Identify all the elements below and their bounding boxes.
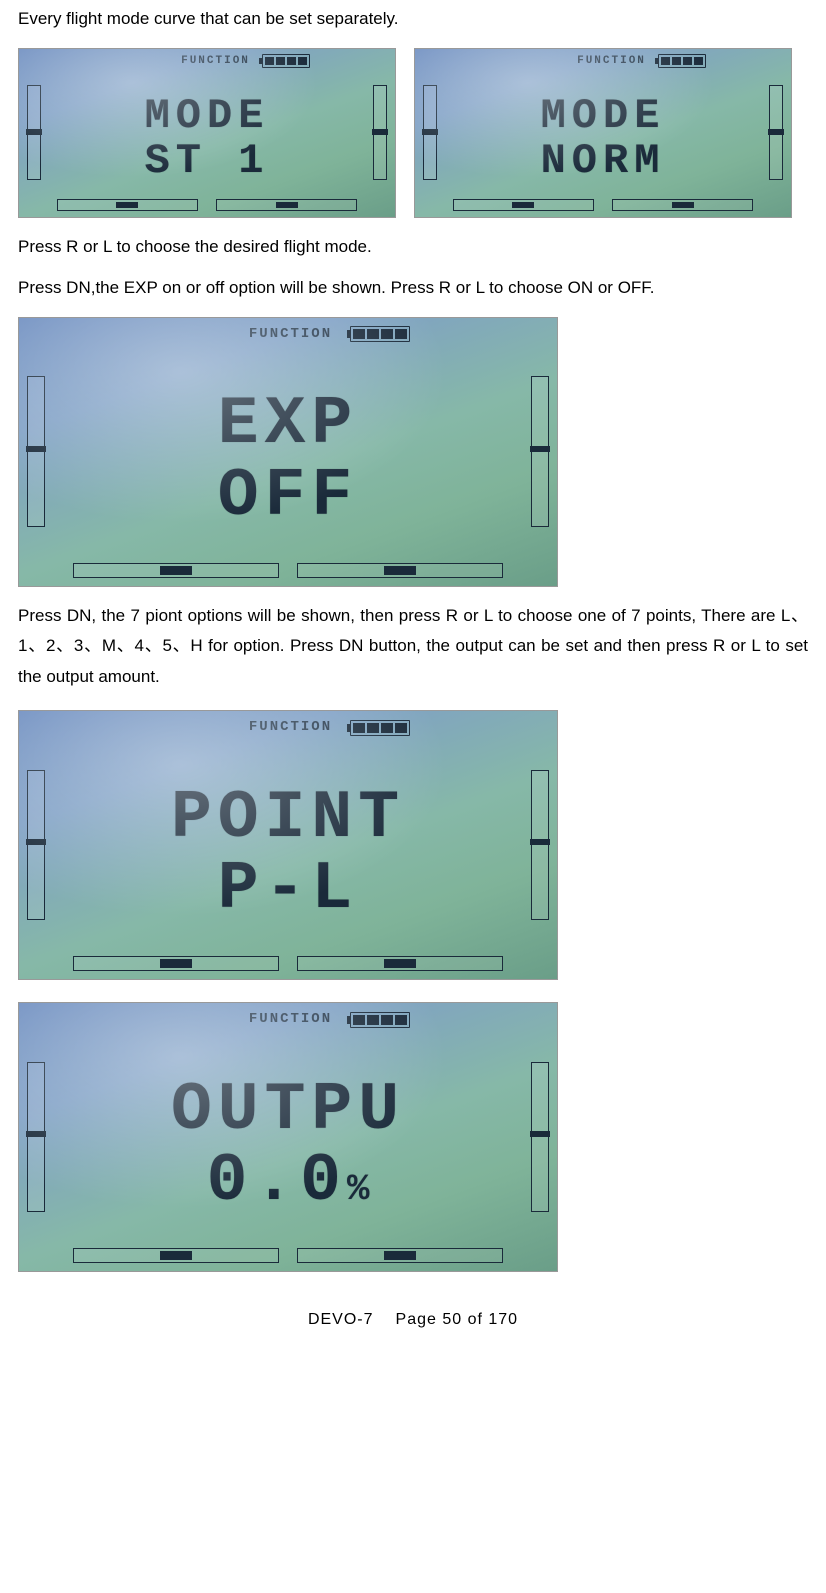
- lcd-line1: MODE: [541, 94, 666, 138]
- battery-icon: [350, 1012, 410, 1028]
- footer-model: DEVO-7: [308, 1311, 374, 1328]
- right-trim-bar: [531, 770, 549, 920]
- right-trim-bar: [373, 85, 387, 179]
- right-trim-bar: [769, 85, 783, 179]
- lcd-line2: OFF: [218, 461, 358, 532]
- bottom-trim-left: [453, 199, 594, 211]
- battery-icon: [350, 326, 410, 342]
- left-trim-bar: [27, 1062, 45, 1212]
- bottom-trim-left: [73, 563, 279, 578]
- lcd-screenshot-mode-st1: FUNCTION MODE ST 1: [18, 48, 396, 218]
- function-label: FUNCTION: [181, 53, 250, 70]
- battery-icon: [658, 54, 706, 68]
- lcd-line2: ST 1: [145, 139, 270, 183]
- battery-icon: [262, 54, 310, 68]
- bottom-trim-left: [73, 1248, 279, 1263]
- lcd-screenshot-outpu: FUNCTION OUTPU 0.0%: [18, 1002, 558, 1272]
- paragraph-2: Press R or L to choose the desired fligh…: [18, 234, 808, 260]
- bottom-trim-right: [297, 563, 503, 578]
- left-trim-bar: [27, 770, 45, 920]
- lcd-line1: EXP: [218, 389, 358, 460]
- battery-icon: [350, 720, 410, 736]
- lcd-line2: 0.0%: [207, 1146, 370, 1217]
- lcd-line1: POINT: [171, 783, 405, 854]
- left-trim-bar: [27, 376, 45, 526]
- right-trim-bar: [531, 376, 549, 526]
- paragraph-1: Every flight mode curve that can be set …: [18, 6, 808, 32]
- lcd-screenshot-point-pl: FUNCTION POINT P-L: [18, 710, 558, 980]
- page-footer: DEVO-7 Page 50 of 170: [18, 1308, 808, 1332]
- paragraph-4: Press DN, the 7 piont options will be sh…: [18, 601, 808, 693]
- function-label: FUNCTION: [249, 324, 332, 345]
- right-trim-bar: [531, 1062, 549, 1212]
- bottom-trim-right: [612, 199, 753, 211]
- function-label: FUNCTION: [249, 717, 332, 738]
- lcd-line2: P-L: [218, 854, 358, 925]
- lcd-line1: OUTPU: [171, 1075, 405, 1146]
- bottom-trim-right: [297, 1248, 503, 1263]
- lcd-screenshot-mode-norm: FUNCTION MODE NORM: [414, 48, 792, 218]
- lcd-screenshot-exp-off: FUNCTION EXP OFF: [18, 317, 558, 587]
- function-label: FUNCTION: [249, 1009, 332, 1030]
- footer-page: Page 50 of 170: [396, 1311, 519, 1328]
- bottom-trim-right: [216, 199, 357, 211]
- bottom-trim-right: [297, 956, 503, 971]
- function-label: FUNCTION: [577, 53, 646, 70]
- paragraph-3: Press DN,the EXP on or off option will b…: [18, 275, 808, 301]
- left-trim-bar: [27, 85, 41, 179]
- bottom-trim-left: [57, 199, 198, 211]
- bottom-trim-left: [73, 956, 279, 971]
- lcd-line1: MODE: [145, 94, 270, 138]
- screenshot-row-1: FUNCTION MODE ST 1 FUNCTION: [18, 48, 808, 218]
- left-trim-bar: [423, 85, 437, 179]
- lcd-line2: NORM: [541, 139, 666, 183]
